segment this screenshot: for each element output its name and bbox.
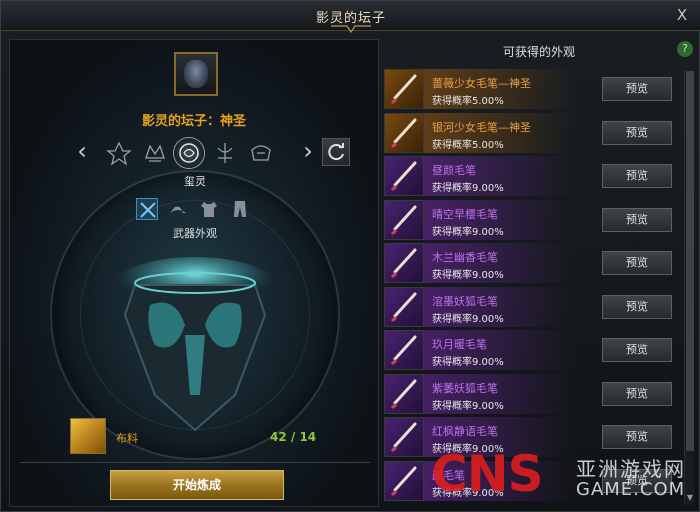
category-next-button[interactable]: › — [300, 139, 316, 165]
brush-icon[interactable] — [384, 243, 424, 283]
reward-row: 银河少女毛笔—神圣 获得概率5.00% 预览 — [384, 112, 680, 153]
selected-category-label: 玺灵 — [184, 175, 206, 188]
brush-icon[interactable] — [384, 112, 424, 153]
preview-button[interactable]: 预览 — [602, 207, 672, 232]
reward-name: 颜毛笔 — [432, 468, 465, 482]
reward-name: 玖月暖毛笔 — [432, 338, 487, 351]
preview-button[interactable]: 预览 — [602, 381, 672, 406]
material-name: 布料 — [116, 432, 138, 445]
brush-icon[interactable] — [384, 417, 424, 457]
reward-row: 木兰幽香毛笔 获得概率9.00% 预览 — [384, 243, 680, 283]
refresh-icon — [328, 143, 344, 161]
help-button[interactable]: ? — [677, 41, 693, 57]
category-emblem-4-icon[interactable] — [210, 138, 240, 168]
rewards-list: 蔷薇少女毛笔—神圣 获得概率5.00% 预览 银河少女毛笔—神圣 获得概率5.00% 预览… — [384, 69, 680, 503]
reward-row: 涫墨妖狐毛笔 获得概率9.00% 预览 — [384, 286, 680, 327]
reward-rate: 获得概率9.00% — [432, 270, 504, 281]
brush-icon[interactable] — [384, 69, 424, 109]
reward-row: 晴空早樱毛笔 获得概率9.00% 预览 — [384, 199, 680, 240]
window-title: 影灵的坛子 — [315, 11, 386, 26]
reward-rate: 获得概率9.00% — [432, 183, 504, 194]
rewards-header: 可获得的外观 — [384, 39, 694, 61]
brush-icon[interactable] — [384, 199, 424, 240]
reward-name: 昼颜毛笔 — [432, 164, 476, 177]
preview-button[interactable]: 预览 — [602, 294, 672, 319]
preview-button[interactable]: 预览 — [602, 338, 672, 362]
start-crafting-button[interactable]: 开始炼成 — [110, 470, 284, 500]
reset-button[interactable] — [322, 138, 350, 166]
brush-icon[interactable] — [384, 156, 424, 196]
brush-icon[interactable] — [384, 373, 424, 414]
scrollbar[interactable]: ▼ — [684, 69, 694, 505]
reward-rate: 获得概率5.00% — [432, 96, 504, 107]
brush-icon[interactable] — [384, 286, 424, 327]
reward-rate: 获得概率9.00% — [432, 313, 504, 325]
spirit-urn-altar-image — [115, 257, 275, 432]
reward-row: 昼颜毛笔获得概率9.00% 预览 — [384, 156, 680, 196]
preview-button[interactable]: 预览 — [602, 468, 672, 493]
preview-button[interactable]: 预览 — [602, 164, 672, 188]
crafting-window: 影灵的坛子 X 影灵的坛子：神圣 ‹ › 玺灵 武器外观 布料 42 / 14 … — [0, 0, 700, 512]
scroll-down-arrow-icon[interactable]: ▼ — [685, 493, 695, 505]
category-spirit-icon[interactable] — [174, 138, 204, 168]
reward-rate: 获得概率9.00% — [432, 400, 504, 412]
category-emblem-1-icon[interactable] — [104, 138, 134, 168]
item-slot[interactable] — [174, 52, 218, 96]
reward-name: 银河少女毛笔—神圣 — [432, 120, 531, 134]
brush-icon[interactable] — [384, 330, 424, 370]
reward-rate: 获得概率9.00% — [432, 444, 504, 455]
reward-rate: 获得概率5.00% — [432, 139, 504, 151]
category-emblem-5-icon[interactable] — [246, 138, 276, 168]
scroll-thumb[interactable] — [686, 71, 694, 451]
divider — [20, 462, 370, 463]
reward-rate: 获得概率9.00% — [432, 226, 504, 238]
title-ornament-icon — [331, 25, 371, 33]
reward-name: 紫萎妖狐毛笔 — [432, 381, 498, 395]
preview-button[interactable]: 预览 — [602, 425, 672, 449]
reward-rate: 获得概率9.00% — [432, 357, 504, 368]
bottom-clothing-tab-icon[interactable] — [229, 198, 251, 220]
reward-name: 晴空早樱毛笔 — [432, 207, 498, 221]
reward-row: 玖月暖毛笔获得概率9.00% 预览 — [384, 330, 680, 370]
title-bar: 影灵的坛子 X — [1, 1, 700, 33]
hat-tab-icon[interactable] — [167, 198, 189, 220]
close-button[interactable]: X — [673, 6, 691, 24]
item-name: 影灵的坛子：神圣 — [141, 114, 246, 129]
top-clothing-tab-icon[interactable] — [198, 198, 220, 220]
reward-name: 蔷薇少女毛笔—神圣 — [432, 77, 531, 90]
crafting-panel: 影灵的坛子：神圣 ‹ › 玺灵 武器外观 布料 42 / 14 开始炼成 — [9, 39, 379, 507]
brush-icon[interactable] — [384, 460, 424, 501]
preview-button[interactable]: 预览 — [602, 77, 672, 101]
preview-button[interactable]: 预览 — [602, 120, 672, 145]
reward-row: 颜毛笔获得概率9.00% 预览 — [384, 460, 680, 501]
reward-row: 红枫静语毛笔 获得概率9.00% 预览 — [384, 417, 680, 457]
reward-name: 涫墨妖狐毛笔 — [432, 294, 498, 308]
reward-name: 红枫静语毛笔 — [432, 425, 498, 438]
reward-rate: 获得概率9.00% — [432, 487, 504, 499]
selected-subcategory-label: 武器外观 — [173, 227, 217, 240]
rewards-title: 可获得的外观 — [502, 45, 575, 59]
urn-icon — [184, 60, 208, 88]
reward-name: 木兰幽香毛笔 — [432, 251, 498, 264]
weapon-appearance-tab-icon[interactable] — [136, 198, 158, 220]
material-count: 42 / 14 — [270, 430, 317, 444]
category-prev-button[interactable]: ‹ — [74, 139, 90, 165]
preview-button[interactable]: 预览 — [602, 251, 672, 275]
reward-row: 紫萎妖狐毛笔 获得概率9.00% 预览 — [384, 373, 680, 414]
reward-row: 蔷薇少女毛笔—神圣 获得概率5.00% 预览 — [384, 69, 680, 109]
category-emblem-2-icon[interactable] — [140, 138, 170, 168]
material-slot[interactable] — [70, 418, 106, 454]
